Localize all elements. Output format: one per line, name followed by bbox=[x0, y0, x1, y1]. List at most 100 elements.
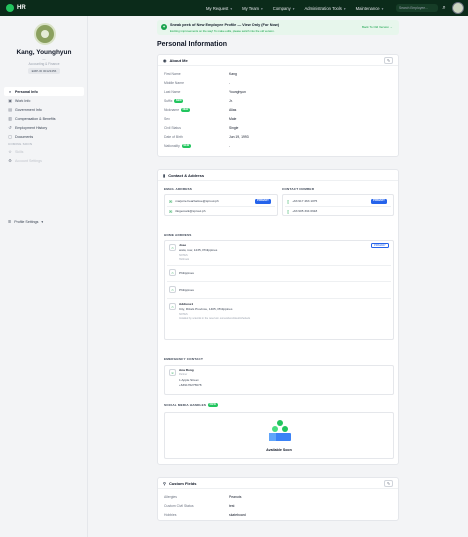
field-row: Allergies Peanuts bbox=[164, 495, 394, 502]
field-row: Date of Birth Jun 19, 1993 bbox=[164, 135, 394, 142]
chevron-down-icon: ▾ bbox=[381, 6, 384, 11]
primary-badge: PRIMARY bbox=[371, 199, 387, 204]
field-value: Younghyun bbox=[229, 90, 246, 94]
chevron-down-icon: ▾ bbox=[292, 6, 295, 11]
brand-logo[interactable]: HR bbox=[6, 4, 26, 12]
address-notes-label: NOTES bbox=[179, 254, 188, 257]
primary-badge: PRIMARY bbox=[371, 243, 389, 248]
field-label: Date of Birth bbox=[164, 135, 183, 139]
chevron-down-icon: ▾ bbox=[230, 6, 233, 11]
nav-my-team[interactable]: My Team ▾ bbox=[242, 6, 263, 11]
nav-label: Administration Tools bbox=[304, 5, 342, 11]
sidebar-item-employment-history[interactable]: ↺ Employment History bbox=[4, 123, 84, 132]
field-row: Suffix NEW Jr. bbox=[164, 99, 394, 106]
primary-badge: PRIMARY bbox=[255, 199, 271, 204]
profile-sidebar: Kang, Younghyun — Accounting & Finance E… bbox=[0, 16, 88, 537]
phone-item[interactable]: ▯ +63 917 463 1075 bbox=[287, 197, 317, 205]
employee-department: Accounting & Finance bbox=[28, 62, 60, 66]
field-row: First Name Kang bbox=[164, 72, 394, 79]
email-item[interactable]: ✉ illogemark@sprout.ph bbox=[169, 207, 206, 215]
address-notes-label: NOTES bbox=[179, 313, 188, 316]
nav-label: Company bbox=[272, 5, 291, 11]
pencil-icon: ✎ bbox=[386, 58, 391, 63]
sidebar-item-documents[interactable]: ▢ Documents bbox=[4, 132, 84, 141]
brand-text: HR bbox=[17, 5, 26, 11]
employee-name: Kang, Younghyun bbox=[16, 49, 72, 56]
address-notes: Installed by scientist in the reservoir.… bbox=[179, 317, 251, 320]
sidebar-item-compensation[interactable]: ▥ Compensation & Benefits bbox=[4, 114, 84, 123]
emergency-contact-box: ☺ Ana Rong Partner 1 Apple Street +63917… bbox=[164, 365, 394, 395]
field-label: Nickname bbox=[164, 108, 180, 112]
sidebar-item-work-info[interactable]: ▣ Work Info bbox=[4, 96, 84, 105]
page-title: Personal Information bbox=[157, 41, 228, 48]
home-address-label: HOME ADDRESS bbox=[164, 233, 192, 237]
social-media-label-group: SOCIAL MEDIA HANDLES NEW bbox=[164, 403, 218, 407]
chevron-down-icon: ▾ bbox=[41, 220, 44, 224]
address-list: ⌂ Jose www, row, 1235, Philippines NOTES… bbox=[164, 240, 394, 340]
back-to-old-version-link[interactable]: Back To Old Version → bbox=[362, 25, 393, 29]
field-label: Middle Name bbox=[164, 81, 184, 85]
field-label: First Name bbox=[164, 72, 181, 76]
home-icon: ⌂ bbox=[169, 303, 176, 310]
sidebar-item-label: Skills bbox=[15, 149, 24, 154]
home-icon: ⌂ bbox=[169, 244, 176, 251]
field-label: Custom Civil Status bbox=[164, 504, 194, 508]
field-value: Alias bbox=[229, 108, 237, 112]
field-row: Custom Civil Status test bbox=[164, 504, 394, 511]
user-avatar[interactable] bbox=[452, 2, 464, 14]
field-label-group: Suffix NEW bbox=[164, 99, 184, 103]
employee-avatar bbox=[34, 23, 56, 45]
available-soon-text: Available Soon bbox=[266, 448, 292, 452]
profile-settings-dropdown[interactable]: ☰ Profile Settings ▾ bbox=[8, 220, 43, 224]
field-label-group: Nickname NEW bbox=[164, 108, 190, 112]
field-label: Last Name bbox=[164, 90, 181, 94]
about-me-card: ◉ About Me ✎ First Name Kang Middle Name -… bbox=[157, 54, 399, 157]
field-label-group: Nationality NEW bbox=[164, 144, 191, 148]
sidebar-item-account-settings: ⚙ Account Settings bbox=[4, 156, 84, 165]
email-item[interactable]: ✉ marjorie.hearbalcue@sprout.ph bbox=[169, 197, 219, 205]
row-divider bbox=[167, 298, 391, 299]
new-badge: NEW bbox=[174, 99, 184, 103]
edit-custom-fields-button[interactable]: ✎ bbox=[384, 480, 393, 487]
main-nav: My Request ▾ My Team ▾ Company ▾ Administra… bbox=[206, 0, 383, 16]
sidebar-item-skills: ☆ Skills bbox=[4, 147, 84, 156]
sidebar-item-label: Government Info bbox=[15, 107, 42, 112]
field-value: Male bbox=[229, 117, 237, 121]
field-value: Single bbox=[229, 126, 239, 130]
nav-label: Maintenance bbox=[355, 5, 380, 11]
mail-icon: ✉ bbox=[169, 208, 173, 214]
emergency-contact-label: EMERGENCY CONTACT bbox=[164, 357, 204, 361]
email-value: marjorie.hearbalcue@sprout.ph bbox=[175, 199, 219, 203]
new-badge: NEW bbox=[181, 144, 191, 148]
email-list: ✉ marjorie.hearbalcue@sprout.ph PRIMARY ✉… bbox=[164, 194, 278, 216]
new-badge: NEW bbox=[208, 403, 218, 407]
employee-search-input[interactable]: Search Employee... bbox=[396, 4, 438, 12]
banner-title: Sneak peek of New Employee Profile — Vie… bbox=[170, 23, 280, 27]
phone-icon: ▯ bbox=[287, 208, 290, 214]
nav-company[interactable]: Company ▾ bbox=[273, 6, 295, 11]
sidebar-item-label: Compensation & Benefits bbox=[15, 116, 56, 121]
address-line: Philippines bbox=[179, 288, 194, 292]
star-icon: ☆ bbox=[8, 150, 12, 154]
top-navigation-bar: HR My Request ▾ My Team ▾ Company ▾ Adminis… bbox=[0, 0, 468, 16]
phone-value: +63 905 334 0918 bbox=[292, 209, 318, 213]
custom-fields-card: ⚲ Custom Fields ✎ Allergies Peanuts Custo… bbox=[157, 477, 399, 521]
nav-my-request[interactable]: My Request ▾ bbox=[206, 6, 232, 11]
phone-item[interactable]: ▯ +63 905 334 0918 bbox=[287, 207, 317, 215]
document-icon: ▢ bbox=[8, 135, 12, 139]
nav-maintenance[interactable]: Maintenance ▾ bbox=[356, 6, 384, 11]
nav-administration-tools[interactable]: Administration Tools ▾ bbox=[304, 6, 345, 11]
nav-label: My Request bbox=[206, 5, 229, 11]
sidebar-item-government-info[interactable]: ▤ Government Info bbox=[4, 105, 84, 114]
field-label: Suffix bbox=[164, 99, 173, 103]
sidebar-item-personal-info[interactable]: ● Personal Info bbox=[4, 87, 84, 96]
employee-separator: — bbox=[42, 57, 46, 61]
field-value: - bbox=[229, 144, 231, 148]
info-icon: ◉ bbox=[163, 57, 167, 63]
field-row: Sex Male bbox=[164, 117, 394, 124]
address-line: City, Rizals Province, 1405, Philippines bbox=[179, 307, 233, 311]
contact-book-icon: ▮ bbox=[163, 172, 166, 178]
edit-about-button[interactable]: ✎ bbox=[384, 57, 393, 64]
briefcase-icon: ▣ bbox=[8, 99, 12, 103]
search-icon[interactable]: ⌕ bbox=[440, 4, 448, 12]
